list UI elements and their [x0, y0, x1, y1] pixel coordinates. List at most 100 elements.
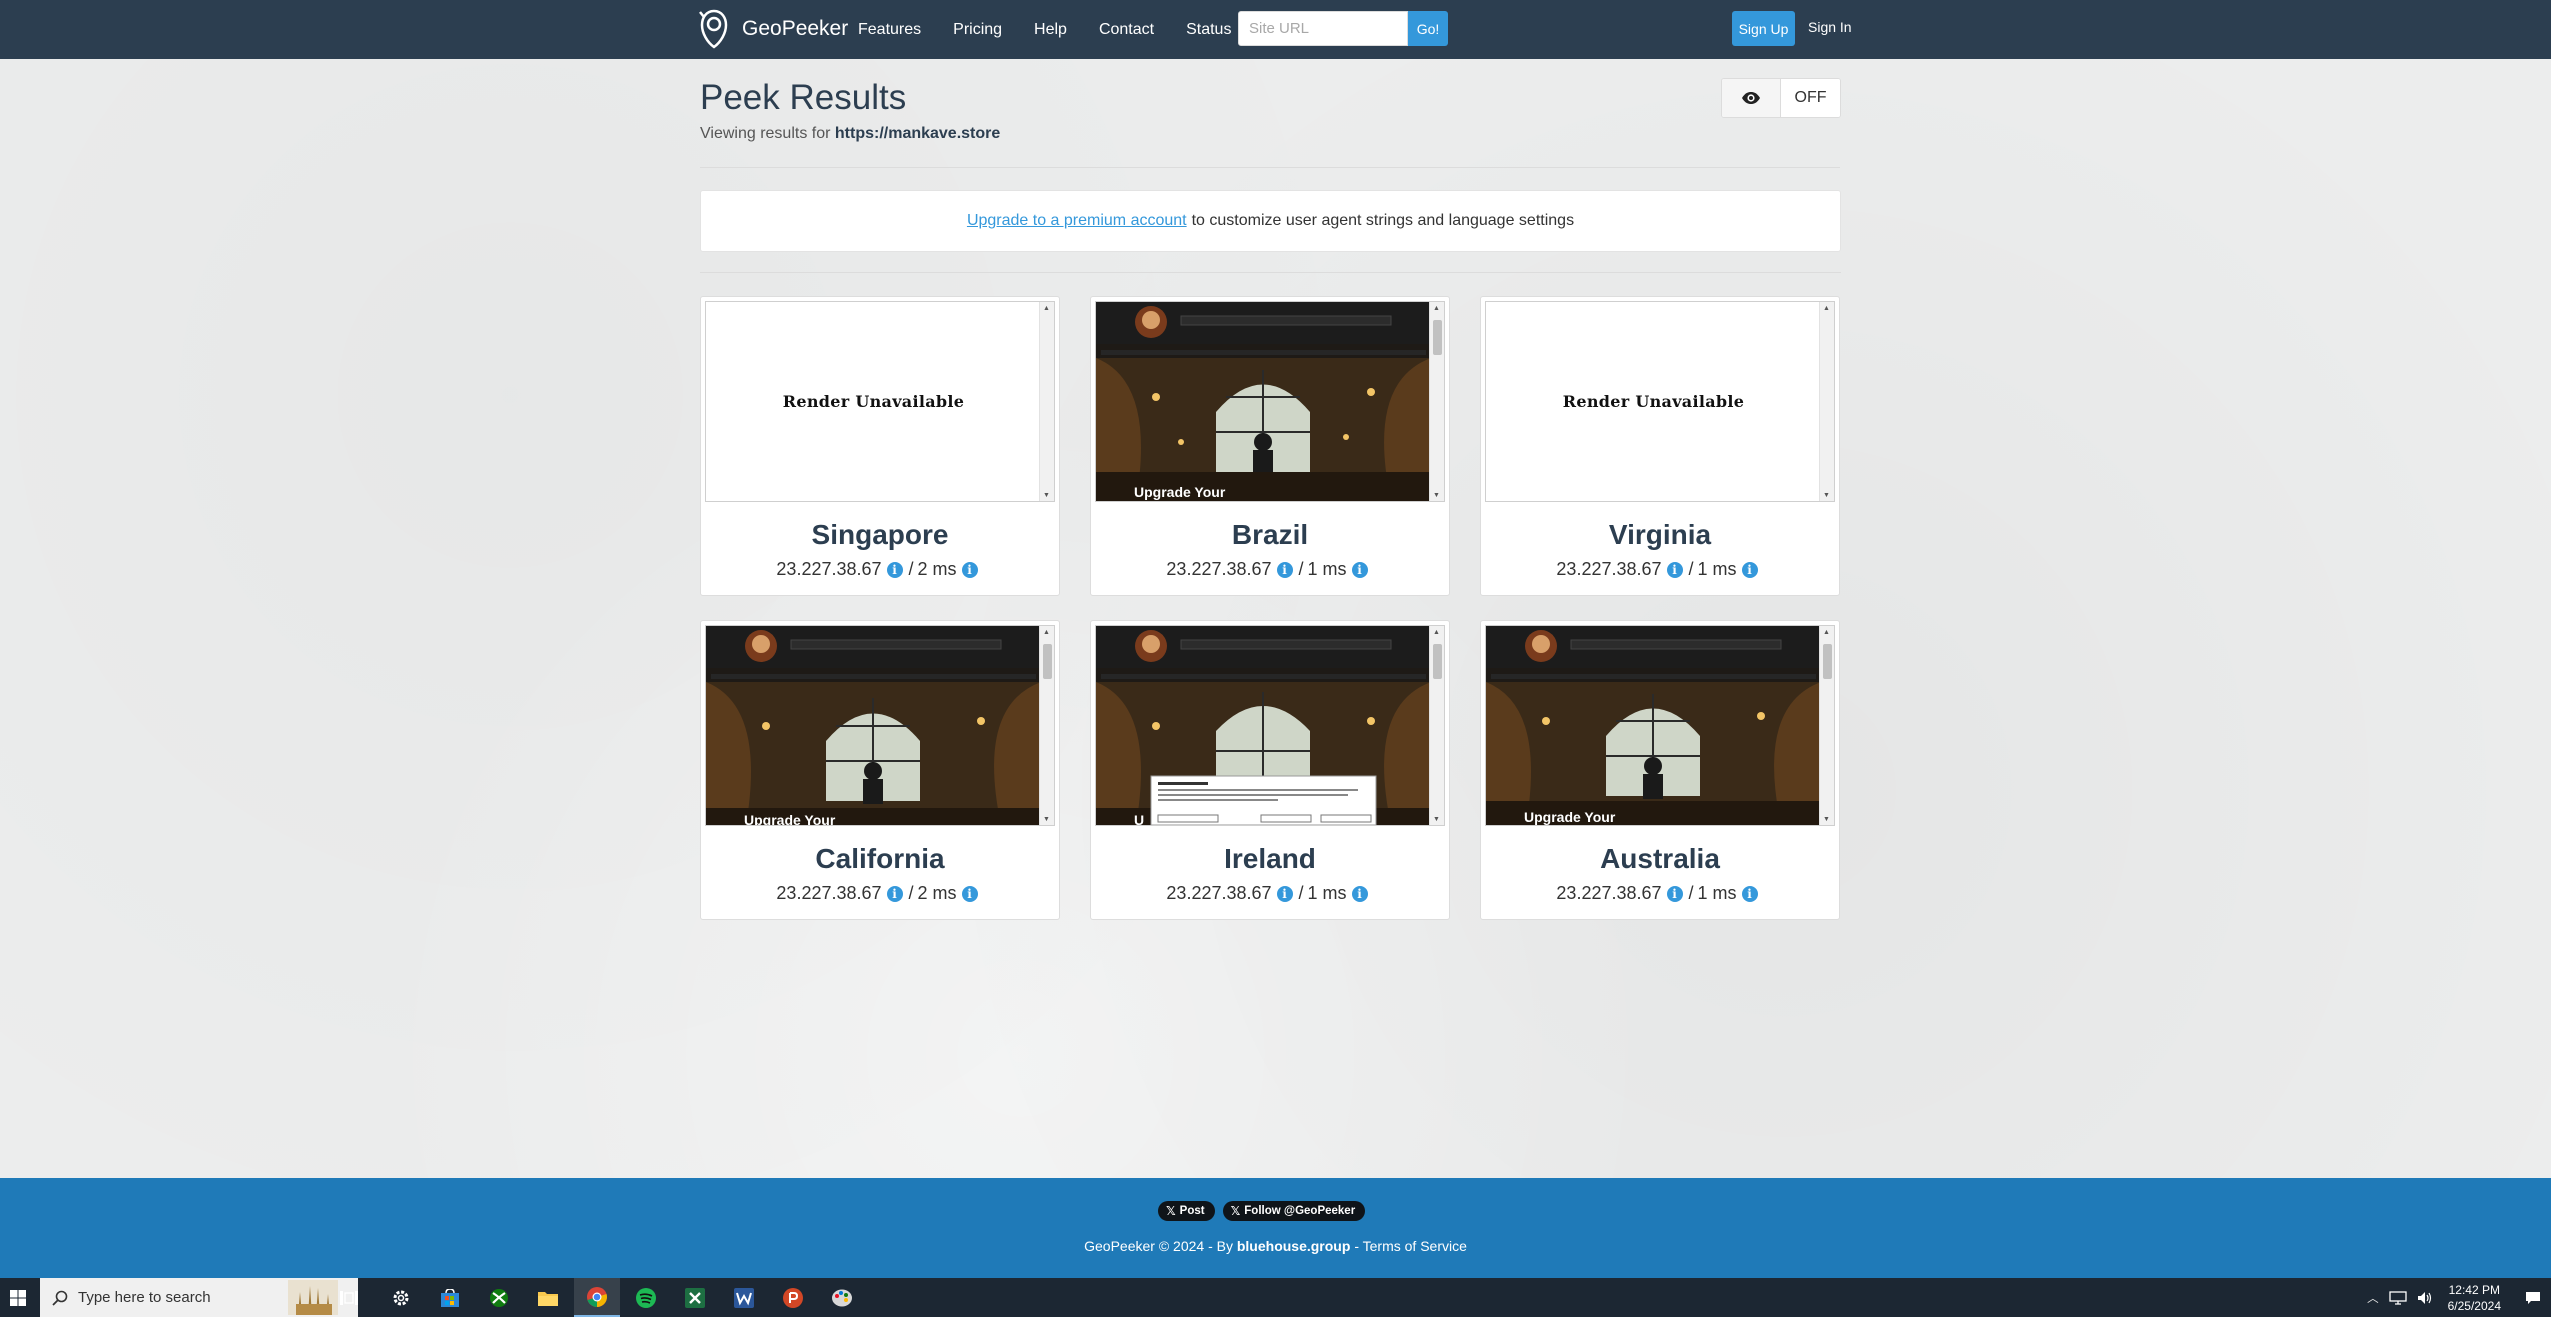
terms-of-service-link[interactable]: Terms of Service — [1363, 1238, 1467, 1254]
preview-scrollbar[interactable]: ▲ ▼ — [1819, 302, 1834, 501]
brand-link[interactable]: GeoPeeker — [698, 7, 848, 51]
ip-info-icon[interactable]: i — [886, 885, 903, 902]
ip-address: 23.227.38.67 — [776, 883, 882, 903]
taskbar-file-explorer[interactable] — [525, 1278, 571, 1317]
taskbar-excel[interactable] — [672, 1278, 718, 1317]
scroll-down-arrow-icon[interactable]: ▼ — [1043, 816, 1050, 823]
network-icon[interactable] — [2388, 1290, 2407, 1305]
nav-status[interactable]: Status — [1186, 21, 1231, 39]
scroll-up-arrow-icon[interactable]: ▲ — [1433, 629, 1440, 636]
preview-scrollbar[interactable]: ▲ ▼ — [1039, 626, 1054, 825]
taskbar-settings[interactable] — [378, 1278, 424, 1317]
site-url-input[interactable] — [1238, 11, 1408, 46]
scroll-thumb[interactable] — [1433, 320, 1442, 355]
taskbar-xbox[interactable] — [476, 1278, 522, 1317]
ip-info-icon[interactable]: i — [1276, 885, 1293, 902]
taskbar-search-box[interactable]: Type here to search — [40, 1278, 358, 1317]
taskbar-chrome[interactable] — [574, 1278, 620, 1317]
meta-separator: / — [908, 883, 914, 903]
scroll-up-arrow-icon[interactable]: ▲ — [1823, 629, 1830, 636]
nav-contact[interactable]: Contact — [1099, 21, 1154, 39]
url-form: Go! — [1238, 11, 1448, 46]
scroll-up-arrow-icon[interactable]: ▲ — [1043, 305, 1050, 312]
taskbar-spotify[interactable] — [623, 1278, 669, 1317]
upgrade-banner: Upgrade to a premium account to customiz… — [700, 190, 1841, 252]
x-follow-button[interactable]: 𝕏 Follow @GeoPeeker — [1222, 1201, 1366, 1221]
location-name: Brazil — [1231, 519, 1309, 550]
volume-icon[interactable] — [2417, 1291, 2433, 1305]
render-preview[interactable]: Render Unavailable ▲ ▼ — [1485, 301, 1835, 502]
word-icon — [734, 1287, 754, 1308]
sign-in-link[interactable]: Sign In — [1808, 19, 1852, 35]
location-meta: 23.227.38.67 i / 2 ms i — [701, 883, 1059, 904]
scroll-down-arrow-icon[interactable]: ▼ — [1433, 816, 1440, 823]
scroll-thumb[interactable] — [1823, 644, 1832, 679]
taskbar-paint[interactable] — [819, 1278, 865, 1317]
taskbar-store[interactable] — [427, 1278, 473, 1317]
company-link[interactable]: bluehouse.group — [1237, 1238, 1351, 1254]
page-header: Peek Results Viewing results for https:/… — [700, 72, 1841, 168]
scroll-thumb[interactable] — [1043, 644, 1052, 679]
location-name: California — [815, 843, 945, 874]
latency-info-icon[interactable]: i — [961, 885, 978, 902]
latency: 2 ms — [917, 559, 957, 579]
x-logo-icon: 𝕏 — [1230, 1204, 1241, 1218]
render-preview[interactable]: Render Unavailable ▲ ▼ — [705, 301, 1055, 502]
result-card-australia: Upgrade Your ▲ ▼ Australia 23.227.38.67 … — [1480, 620, 1840, 920]
scroll-down-arrow-icon[interactable]: ▼ — [1043, 492, 1050, 499]
meta-separator: / — [908, 559, 914, 579]
preview-scrollbar[interactable]: ▲ ▼ — [1039, 302, 1054, 501]
visibility-toggle[interactable]: OFF — [1721, 78, 1841, 118]
sign-up-button[interactable]: Sign Up — [1732, 11, 1795, 46]
latency-info-icon[interactable]: i — [1741, 885, 1758, 902]
latency-info-icon[interactable]: i — [961, 561, 978, 578]
scroll-down-arrow-icon[interactable]: ▼ — [1433, 492, 1440, 499]
preview-scrollbar[interactable]: ▲ ▼ — [1429, 626, 1444, 825]
go-button[interactable]: Go! — [1408, 11, 1448, 46]
scroll-up-arrow-icon[interactable]: ▲ — [1823, 305, 1830, 312]
result-card-california: Upgrade Your ▲ ▼ California 23.227.38.67… — [700, 620, 1060, 920]
chevron-up-icon[interactable]: ︿ — [2367, 1290, 2379, 1306]
ip-info-icon[interactable]: i — [1666, 885, 1683, 902]
ip-info-icon[interactable]: i — [1276, 561, 1293, 578]
x-post-button[interactable]: 𝕏 Post — [1158, 1201, 1215, 1221]
site-screenshot: Upgrade Your — [706, 626, 1041, 825]
render-preview[interactable]: Upgrade Your ▲ ▼ — [1095, 301, 1445, 502]
toggle-state-label[interactable]: OFF — [1781, 79, 1840, 117]
taskbar-clock[interactable]: 12:42 PM 6/25/2024 — [2448, 1282, 2501, 1314]
scroll-up-arrow-icon[interactable]: ▲ — [1433, 305, 1440, 312]
ip-info-icon[interactable]: i — [886, 561, 903, 578]
search-icon — [52, 1290, 68, 1306]
render-preview[interactable]: U ▲ ▼ — [1095, 625, 1445, 826]
nav-features[interactable]: Features — [858, 21, 921, 39]
render-preview[interactable]: Upgrade Your ▲ ▼ — [705, 625, 1055, 826]
scroll-up-arrow-icon[interactable]: ▲ — [1043, 629, 1050, 636]
scroll-down-arrow-icon[interactable]: ▼ — [1823, 492, 1830, 499]
eye-toggle-button[interactable] — [1722, 79, 1782, 117]
latency-info-icon[interactable]: i — [1741, 561, 1758, 578]
meta-separator: / — [1688, 883, 1694, 903]
render-preview[interactable]: Upgrade Your ▲ ▼ — [1485, 625, 1835, 826]
ip-info-icon[interactable]: i — [1666, 561, 1683, 578]
preview-scrollbar[interactable]: ▲ ▼ — [1819, 626, 1834, 825]
brand-name: GeoPeeker — [742, 17, 849, 40]
ip-address: 23.227.38.67 — [1166, 559, 1272, 579]
location-meta: 23.227.38.67 i / 2 ms i — [701, 559, 1059, 580]
latency: 1 ms — [1697, 883, 1737, 903]
start-button[interactable] — [3, 1278, 33, 1317]
page-subtitle: Viewing results for https://mankave.stor… — [700, 125, 1000, 143]
result-card-brazil: Upgrade Your ▲ ▼ Brazil 23.227.38.67 i /… — [1090, 296, 1450, 596]
latency-info-icon[interactable]: i — [1351, 561, 1368, 578]
task-view-icon — [340, 1290, 358, 1305]
scroll-down-arrow-icon[interactable]: ▼ — [1823, 816, 1830, 823]
scroll-thumb[interactable] — [1433, 644, 1442, 679]
preview-scrollbar[interactable]: ▲ ▼ — [1429, 302, 1444, 501]
nav-help[interactable]: Help — [1034, 21, 1067, 39]
nav-pricing[interactable]: Pricing — [953, 21, 1002, 39]
latency-info-icon[interactable]: i — [1351, 885, 1368, 902]
taskbar-powerpoint[interactable] — [770, 1278, 816, 1317]
taskbar-word[interactable] — [721, 1278, 767, 1317]
notification-center-button[interactable] — [2515, 1291, 2551, 1305]
task-view-button[interactable] — [326, 1278, 372, 1317]
upgrade-premium-link[interactable]: Upgrade to a premium account — [967, 212, 1187, 230]
